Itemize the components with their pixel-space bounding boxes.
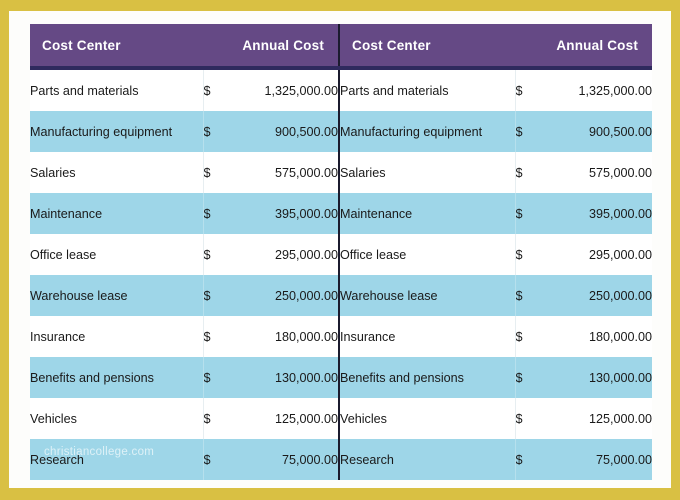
cell-cost-center: Maintenance bbox=[30, 193, 204, 234]
cell-cost-center: Maintenance bbox=[339, 193, 516, 234]
cell-currency-symbol: $ bbox=[203, 234, 233, 275]
table-header-left: Cost Center Annual Cost bbox=[30, 24, 339, 70]
cell-currency-symbol: $ bbox=[515, 111, 546, 152]
cell-annual-cost: 1,325,000.00 bbox=[233, 68, 339, 111]
cell-annual-cost: 125,000.00 bbox=[545, 398, 653, 439]
cell-annual-cost: 395,000.00 bbox=[233, 193, 339, 234]
cell-cost-center: Salaries bbox=[30, 152, 204, 193]
cell-cost-center: Manufacturing equipment bbox=[339, 111, 516, 152]
table-row[interactable]: Insurance $180,000.00 bbox=[30, 316, 339, 357]
table-header-right: Cost Center Annual Cost bbox=[339, 24, 653, 70]
cell-currency-symbol: $ bbox=[203, 111, 233, 152]
cell-annual-cost: 75,000.00 bbox=[233, 439, 339, 480]
table-row[interactable]: Parts and materials $1,325,000.00 bbox=[339, 68, 653, 111]
cell-annual-cost: 295,000.00 bbox=[233, 234, 339, 275]
cell-currency-symbol: $ bbox=[203, 68, 233, 111]
table-row[interactable]: Maintenance $395,000.00 bbox=[30, 193, 339, 234]
cell-annual-cost: 575,000.00 bbox=[233, 152, 339, 193]
cell-annual-cost: 1,325,000.00 bbox=[545, 68, 653, 111]
cell-annual-cost: 130,000.00 bbox=[545, 357, 653, 398]
cell-currency-symbol: $ bbox=[203, 398, 233, 439]
table-row[interactable]: Vehicles $125,000.00 bbox=[30, 398, 339, 439]
cell-currency-symbol: $ bbox=[515, 316, 546, 357]
table-row[interactable]: Insurance $180,000.00 bbox=[339, 316, 653, 357]
cell-annual-cost: 125,000.00 bbox=[233, 398, 339, 439]
cell-annual-cost: 250,000.00 bbox=[233, 275, 339, 316]
column-header-annual-cost[interactable]: Annual Cost bbox=[203, 24, 339, 70]
header-row: Cost Center Annual Cost bbox=[30, 24, 339, 70]
cell-currency-symbol: $ bbox=[515, 275, 546, 316]
cell-currency-symbol: $ bbox=[515, 152, 546, 193]
table-row[interactable]: Vehicles $125,000.00 bbox=[339, 398, 653, 439]
document-canvas: Cost Center Annual Cost Parts and materi… bbox=[0, 0, 680, 500]
table-row[interactable]: Parts and materials $1,325,000.00 bbox=[30, 68, 339, 111]
table-row[interactable]: Benefits and pensions $130,000.00 bbox=[339, 357, 653, 398]
cost-table-right: Cost Center Annual Cost Parts and materi… bbox=[338, 24, 653, 480]
cell-cost-center: Office lease bbox=[339, 234, 516, 275]
cell-currency-symbol: $ bbox=[203, 152, 233, 193]
table-body-right: Parts and materials $1,325,000.00 Manufact… bbox=[339, 68, 653, 480]
cell-currency-symbol: $ bbox=[203, 357, 233, 398]
cell-currency-symbol: $ bbox=[515, 439, 546, 480]
cell-annual-cost: 250,000.00 bbox=[545, 275, 653, 316]
column-header-cost-center[interactable]: Cost Center bbox=[339, 24, 516, 70]
cell-currency-symbol: $ bbox=[203, 275, 233, 316]
cell-annual-cost: 575,000.00 bbox=[545, 152, 653, 193]
cell-annual-cost: 180,000.00 bbox=[233, 316, 339, 357]
cell-cost-center: Salaries bbox=[339, 152, 516, 193]
cell-currency-symbol: $ bbox=[515, 193, 546, 234]
cell-annual-cost: 75,000.00 bbox=[545, 439, 653, 480]
table-row[interactable]: Warehouse lease $250,000.00 bbox=[30, 275, 339, 316]
table-row[interactable]: Research $75,000.00 bbox=[30, 439, 339, 480]
cell-currency-symbol: $ bbox=[203, 316, 233, 357]
cell-cost-center: Insurance bbox=[339, 316, 516, 357]
header-row: Cost Center Annual Cost bbox=[339, 24, 653, 70]
column-header-annual-cost[interactable]: Annual Cost bbox=[515, 24, 653, 70]
table-row[interactable]: Manufacturing equipment $900,500.00 bbox=[339, 111, 653, 152]
cell-cost-center: Warehouse lease bbox=[339, 275, 516, 316]
cell-cost-center: Insurance bbox=[30, 316, 204, 357]
table-row[interactable]: Salaries $575,000.00 bbox=[30, 152, 339, 193]
cell-cost-center: Parts and materials bbox=[30, 68, 204, 111]
cell-annual-cost: 180,000.00 bbox=[545, 316, 653, 357]
cost-table-left: Cost Center Annual Cost Parts and materi… bbox=[30, 24, 339, 480]
cell-cost-center: Warehouse lease bbox=[30, 275, 204, 316]
cell-cost-center: Research bbox=[339, 439, 516, 480]
cell-currency-symbol: $ bbox=[515, 234, 546, 275]
cell-annual-cost: 395,000.00 bbox=[545, 193, 653, 234]
cell-cost-center: Benefits and pensions bbox=[339, 357, 516, 398]
table-body-left: Parts and materials $1,325,000.00 Manufact… bbox=[30, 68, 339, 480]
table-row[interactable]: Maintenance $395,000.00 bbox=[339, 193, 653, 234]
cell-currency-symbol: $ bbox=[515, 398, 546, 439]
table-row[interactable]: Benefits and pensions $130,000.00 bbox=[30, 357, 339, 398]
cell-annual-cost: 900,500.00 bbox=[233, 111, 339, 152]
column-header-cost-center[interactable]: Cost Center bbox=[30, 24, 203, 70]
table-row[interactable]: Warehouse lease $250,000.00 bbox=[339, 275, 653, 316]
cell-currency-symbol: $ bbox=[203, 193, 233, 234]
cell-currency-symbol: $ bbox=[515, 357, 546, 398]
cell-cost-center: Parts and materials bbox=[339, 68, 516, 111]
table-row[interactable]: Office lease $295,000.00 bbox=[339, 234, 653, 275]
cell-annual-cost: 295,000.00 bbox=[545, 234, 653, 275]
cell-cost-center: Manufacturing equipment bbox=[30, 111, 204, 152]
table-row[interactable]: Office lease $295,000.00 bbox=[30, 234, 339, 275]
cell-annual-cost: 900,500.00 bbox=[545, 111, 653, 152]
cell-annual-cost: 130,000.00 bbox=[233, 357, 339, 398]
table-row[interactable]: Salaries $575,000.00 bbox=[339, 152, 653, 193]
cell-cost-center: Benefits and pensions bbox=[30, 357, 204, 398]
table-row[interactable]: Research $75,000.00 bbox=[339, 439, 653, 480]
cell-currency-symbol: $ bbox=[515, 68, 546, 111]
cell-cost-center: Vehicles bbox=[339, 398, 516, 439]
cell-cost-center: Office lease bbox=[30, 234, 204, 275]
cost-center-tables: Cost Center Annual Cost Parts and materi… bbox=[30, 24, 653, 480]
cell-currency-symbol: $ bbox=[203, 439, 233, 480]
cell-cost-center: Research bbox=[30, 439, 204, 480]
cell-cost-center: Vehicles bbox=[30, 398, 204, 439]
table-row[interactable]: Manufacturing equipment $900,500.00 bbox=[30, 111, 339, 152]
